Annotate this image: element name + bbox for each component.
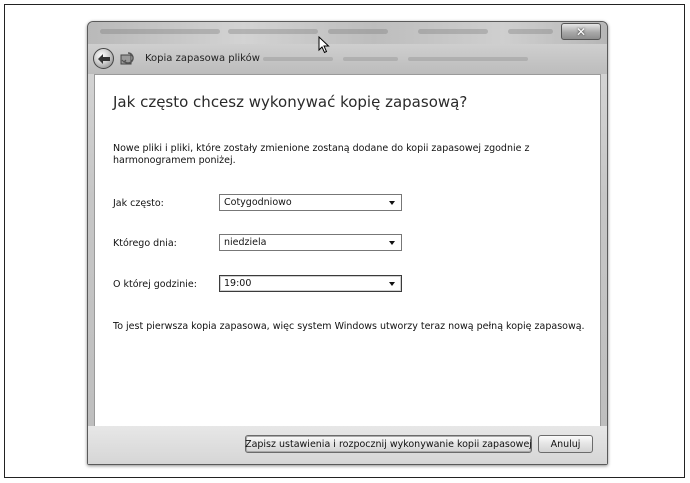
frequency-value: Cotygodniowo <box>224 197 292 208</box>
day-value: niedziela <box>224 237 267 248</box>
chevron-down-icon <box>389 282 395 286</box>
description-text: Nowe pliki i pliki, które zostały zmieni… <box>113 143 530 166</box>
time-value: 19:00 <box>224 278 252 289</box>
backup-wizard-window: ✕ Kopia zapasowa plików Jak często chces… <box>87 21 608 465</box>
blurred-title-text <box>328 29 388 34</box>
day-label: Którego dnia: <box>113 238 177 249</box>
title-bar[interactable]: ✕ <box>88 22 607 44</box>
chevron-down-icon <box>389 201 395 205</box>
backup-icon <box>120 52 136 66</box>
blurred-title-text <box>418 29 488 34</box>
back-button[interactable] <box>93 48 114 69</box>
wizard-content: Jak często chcesz wykonywać kopię zapaso… <box>94 74 601 427</box>
time-dropdown[interactable]: 19:00 <box>219 275 402 292</box>
back-arrow-icon <box>97 53 110 64</box>
blurred-background <box>408 57 528 61</box>
nav-title: Kopia zapasowa plików <box>145 53 260 64</box>
close-icon: ✕ <box>575 24 587 39</box>
time-label: O której godzinie: <box>113 279 197 290</box>
day-dropdown[interactable]: niedziela <box>219 234 402 251</box>
close-button[interactable]: ✕ <box>561 23 601 40</box>
info-text: To jest pierwsza kopia zapasowa, więc sy… <box>113 321 585 332</box>
frequency-dropdown[interactable]: Cotygodniowo <box>219 194 402 211</box>
chevron-down-icon <box>389 241 395 245</box>
blurred-background <box>343 57 398 61</box>
save-and-start-button[interactable]: Zapisz ustawienia i rozpocznij wykonywan… <box>245 435 532 453</box>
navigation-bar: Kopia zapasowa plików <box>88 44 607 74</box>
blurred-title-text <box>100 29 220 34</box>
frequency-label: Jak często: <box>113 198 164 209</box>
cancel-button[interactable]: Anuluj <box>538 435 593 453</box>
page-title: Jak często chcesz wykonywać kopię zapaso… <box>113 93 468 111</box>
blurred-title-text <box>508 29 553 34</box>
mouse-cursor-icon <box>318 35 330 58</box>
blurred-title-text <box>228 29 318 34</box>
button-bar: Zapisz ustawienia i rozpocznij wykonywan… <box>88 426 607 464</box>
